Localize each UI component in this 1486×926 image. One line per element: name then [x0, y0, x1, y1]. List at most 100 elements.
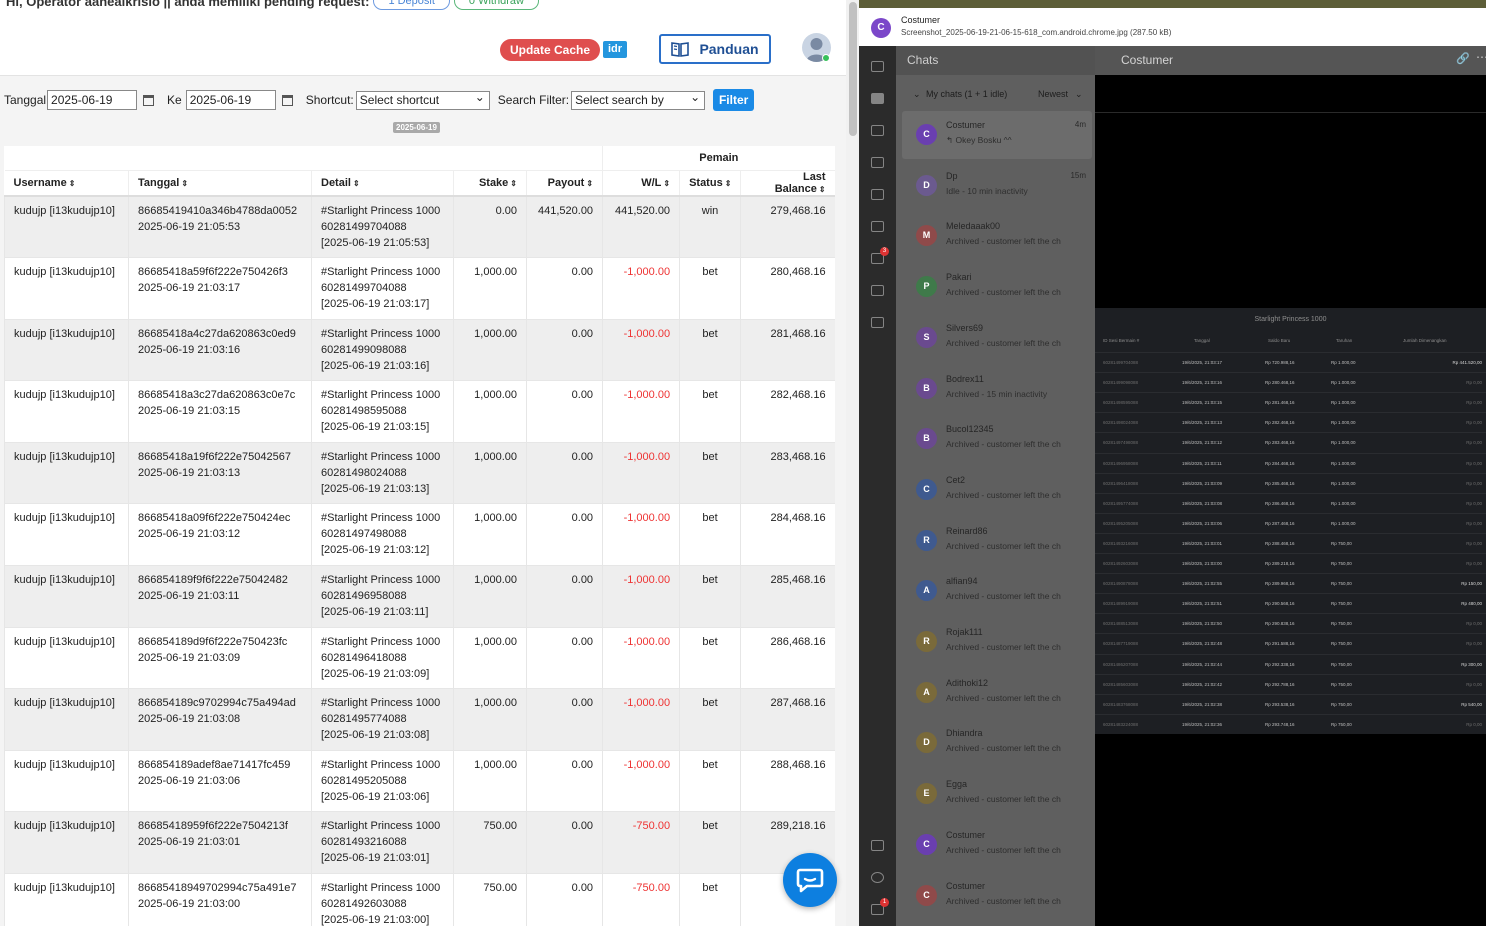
chat-avatar: M — [916, 225, 937, 247]
chat-list-item[interactable]: B Bucol12345 Archived - customer left the … — [902, 415, 1092, 463]
screenshot-cell: Rp 300,00 — [1461, 661, 1482, 667]
chat-list-item[interactable]: C Costumer ↰ Okey Bosku ^^ 4m — [902, 111, 1092, 159]
chat-list-item[interactable]: E Egga Archived - customer left the ch — [902, 770, 1092, 818]
more-icon[interactable]: ⋯ — [1476, 50, 1486, 64]
col-header-tanggal[interactable]: Tanggal ⇕ — [128, 170, 312, 197]
col-header-stake[interactable]: Stake ⇕ — [453, 170, 527, 197]
panduan-button[interactable]: Panduan — [659, 34, 771, 64]
chat-list-item[interactable]: P Pakari Archived - customer left the ch — [902, 263, 1092, 311]
sort-icon: ⇕ — [68, 178, 76, 188]
screenshot-cell: Rp 0,00 — [1466, 561, 1482, 566]
round-time: [2025-06-19 21:03:13] — [321, 482, 430, 495]
chevron-down-icon[interactable]: ⌄ — [1075, 82, 1083, 106]
screenshot-cell: Rp 291.588,16 — [1265, 641, 1295, 647]
chat-list-item[interactable]: Aalfian94 Archived - customer left the ch — [902, 567, 1092, 615]
automation-icon[interactable] — [871, 157, 884, 168]
chat-list-item[interactable]: C Costumer Archived - customer left the ch — [902, 872, 1092, 920]
chat-list-item[interactable]: A Adithoki12 Archived - customer left the … — [902, 669, 1092, 717]
chat-list-item[interactable]: C Costumer Archived - customer left the ch — [902, 821, 1092, 869]
my-chats-filter[interactable]: My chats (1 + 1 idle) — [926, 82, 1007, 106]
round-id: 60281492603088 — [321, 898, 407, 911]
screenshot-cell: 19/6/2025, 21:03:08 — [1182, 500, 1223, 506]
tickets-icon[interactable] — [871, 317, 884, 328]
cell-payout: 0.00 — [525, 319, 603, 382]
team-icon[interactable] — [871, 221, 884, 232]
chat-list-item[interactable]: B Bodrex11 Archived - 15 min inactivity — [902, 365, 1092, 413]
username-text: kudujp [i13kudujp10] — [14, 635, 115, 648]
sort-icon: ⇕ — [724, 178, 732, 188]
chat-status: Archived - customer left the ch — [946, 743, 1061, 754]
screenshot-row: 60281489919088 19/6/2025, 21:02:51 Rp 290.… — [1095, 593, 1486, 613]
chat-list-item[interactable]: D Dp Idle - 10 min inactivity 15m — [902, 162, 1092, 210]
group-header-spacer — [4, 146, 603, 171]
calendar-icon[interactable] — [281, 94, 293, 106]
screenshot-cell: Rp 0,00 — [1466, 400, 1482, 406]
transaction-date: 2025-06-19 21:03:12 — [138, 528, 241, 541]
cell-username: kudujp [i13kudujp10] — [4, 442, 129, 505]
round-id: 60281499704088 — [321, 282, 407, 295]
chat-list-item[interactable]: S Silvers69 Archived - customer left the c… — [902, 314, 1092, 362]
screenshot-cell: 19/6/2025, 21:03:15 — [1182, 400, 1223, 406]
sort-icon: ⇕ — [586, 178, 594, 188]
search-filter-select[interactable]: Select search by — [571, 89, 706, 110]
col-header-last-balance[interactable]: Last Balance ⇕ — [740, 170, 835, 197]
cell-wl: -1,000.00 — [602, 565, 680, 628]
search-filter-label: Search Filter: — [497, 93, 570, 107]
engage-icon[interactable] — [871, 125, 884, 136]
scrollbar-thumb[interactable] — [849, 2, 857, 136]
screenshot-cell: Rp 281.468,16 — [1265, 400, 1295, 406]
round-time: [2025-06-19 21:03:01] — [321, 852, 430, 865]
col-header-username[interactable]: Username ⇕ — [4, 170, 129, 197]
pending-withdraw-pill[interactable]: 0 Withdraw — [453, 0, 539, 10]
tanggal-to-input[interactable]: 2025-06-19 — [185, 90, 276, 110]
col-header-payout[interactable]: Payout ⇕ — [525, 170, 603, 197]
chat-status: Archived - customer left the ch — [946, 236, 1061, 247]
username-text: kudujp [i13kudujp10] — [14, 327, 115, 340]
cell-payout: 0.00 — [525, 627, 603, 690]
calendar-icon[interactable] — [143, 94, 155, 106]
filter-button[interactable]: Filter — [713, 89, 755, 111]
transaction-id: 86685418a3c27da620863c0e7c — [138, 389, 296, 402]
page-scrollbar[interactable] — [846, 0, 859, 926]
chat-avatar: B — [916, 377, 937, 399]
shortcut-select[interactable]: Select shortcut — [355, 89, 490, 110]
chat-list-item[interactable]: M Meledaaak00 Archived - customer left the… — [902, 212, 1092, 260]
chat-list-item[interactable]: C Cet2 Archived - customer left the ch — [902, 466, 1092, 514]
screenshot-cell: Rp 540,00 — [1461, 701, 1482, 707]
chat-list-item[interactable]: D Dhiandra Archived - customer left the ch — [902, 719, 1092, 767]
col-header-status[interactable]: Status ⇕ — [679, 170, 741, 197]
username-text: kudujp [i13kudujp10] — [14, 205, 115, 217]
cell-last-balance: 288,468.16 — [740, 750, 835, 813]
live-chat-button[interactable] — [783, 853, 837, 907]
billing-icon[interactable] — [871, 840, 884, 851]
screenshot-cell: 19/6/2025, 21:03:17 — [1182, 360, 1223, 365]
shortcut-label: Shortcut: — [305, 93, 354, 107]
col-header-wl[interactable]: W/L ⇕ — [602, 170, 680, 197]
game-name: #Starlight Princess 1000 — [321, 635, 441, 648]
link-icon[interactable]: 🔗 — [1456, 52, 1470, 65]
chat-time: 15m — [1070, 170, 1086, 180]
home-icon[interactable] — [871, 61, 884, 72]
update-cache-button[interactable]: Update Cache — [500, 39, 600, 61]
screenshot-cell: 19/6/2025, 21:03:06 — [1182, 520, 1223, 526]
cell-stake: 1,000.00 — [453, 503, 527, 567]
cell-payout: 0.00 — [525, 503, 603, 567]
sort-newest[interactable]: Newest — [1038, 82, 1068, 106]
pending-deposit-pill[interactable]: 1 Deposit — [373, 0, 450, 10]
col-header-detail[interactable]: Detail ⇕ — [311, 170, 454, 197]
chat-list-item[interactable]: R Rojak111 Archived - customer left the ch — [902, 618, 1092, 666]
screenshot-cell: Rp 750,00 — [1331, 721, 1352, 727]
chat-list-item[interactable]: R Reinard86 Archived - customer left the c… — [902, 517, 1092, 565]
apps-icon[interactable] — [871, 285, 884, 296]
settings-icon[interactable] — [871, 872, 884, 883]
archives-icon[interactable] — [871, 189, 884, 200]
screenshot-cell: 19/6/2025, 21:03:00 — [1182, 561, 1223, 566]
game-name: #Starlight Princess 1000 — [321, 758, 441, 771]
chat-name: Pakari — [946, 272, 972, 283]
col-label: Username — [13, 176, 67, 189]
chevron-down-icon[interactable]: ⌄ — [913, 82, 921, 106]
round-time: [2025-06-19 21:03:11] — [321, 606, 429, 619]
chats-icon[interactable] — [871, 93, 884, 104]
cell-stake: 1,000.00 — [453, 688, 527, 751]
tanggal-from-input[interactable]: 2025-06-19 — [47, 90, 138, 110]
